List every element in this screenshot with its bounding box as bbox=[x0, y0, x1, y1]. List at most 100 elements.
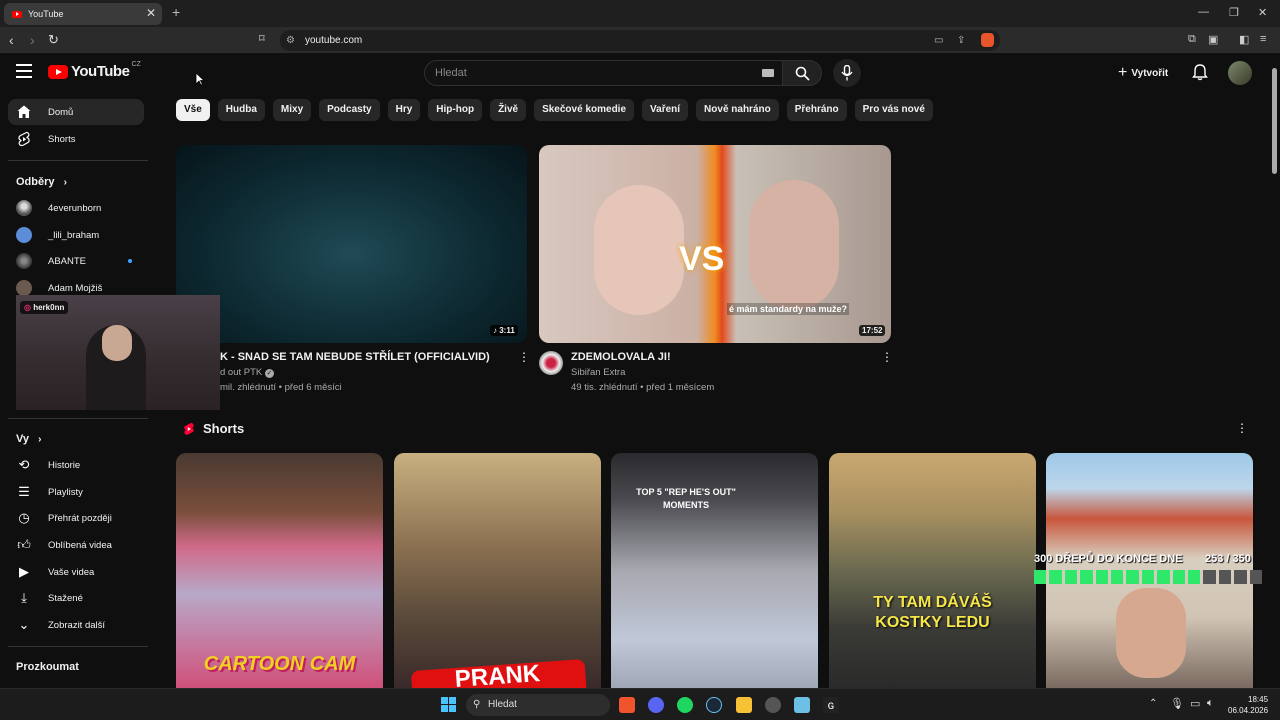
steam-icon[interactable] bbox=[706, 697, 722, 713]
share-icon[interactable]: ⇪ bbox=[957, 30, 965, 51]
challenge-progress-segment bbox=[1111, 570, 1124, 584]
account-avatar[interactable] bbox=[1228, 61, 1252, 85]
cast-icon[interactable]: ▭ bbox=[934, 30, 943, 51]
create-button[interactable]: + Vytvořit bbox=[1118, 64, 1168, 82]
close-window-icon[interactable]: ✕ bbox=[1258, 6, 1267, 19]
youtube-logo[interactable]: YouTube CZ bbox=[48, 61, 141, 80]
keyboard-icon[interactable] bbox=[762, 69, 774, 77]
tray-volume-icon[interactable]: 🔈︎ bbox=[1207, 697, 1214, 710]
video-channel[interactable]: Sibiřan Extra bbox=[571, 367, 625, 378]
filter-chips: Vše Hudba Mixy Podcasty Hry Hip-hop Živě… bbox=[176, 99, 933, 121]
video-thumbnail[interactable]: VS é mám standardy na muže? 17:52 bbox=[539, 145, 891, 343]
video-thumbnail[interactable]: ♪ 3:11 bbox=[176, 145, 527, 343]
video-title[interactable]: ZDEMOLOVALA JI! bbox=[571, 351, 671, 363]
sidebar-item-label: Zobrazit další bbox=[48, 619, 106, 631]
sidebar-item-history[interactable]: ⟲ Historie bbox=[8, 452, 144, 478]
tab-close-icon[interactable]: ✕ bbox=[146, 6, 156, 20]
chip-music[interactable]: Hudba bbox=[217, 99, 265, 121]
short-caption: PRANK bbox=[453, 660, 541, 688]
reload-icon[interactable]: ↻ bbox=[48, 32, 59, 48]
search-placeholder: Hledat bbox=[435, 67, 467, 79]
bookmark-icon[interactable]: ⌑ bbox=[259, 32, 265, 45]
chip-sketch-comedy[interactable]: Skečové komedie bbox=[534, 99, 635, 121]
chip-all[interactable]: Vše bbox=[176, 99, 210, 121]
chip-cooking[interactable]: Vaření bbox=[642, 99, 689, 121]
sidebar-item-show-more[interactable]: ⌄ Zobrazit další bbox=[8, 612, 144, 638]
sidebar-item-shorts[interactable]: Shorts bbox=[8, 126, 144, 152]
challenge-progress-segment bbox=[1188, 570, 1201, 584]
back-icon[interactable]: ‹ bbox=[9, 32, 14, 48]
taskbar-search-text: Hledat bbox=[488, 699, 517, 710]
restore-icon[interactable]: ❐ bbox=[1229, 6, 1239, 19]
brave-shields-icon[interactable] bbox=[981, 33, 994, 47]
chevron-down-icon: ⌄ bbox=[18, 617, 30, 632]
short-item[interactable]: PRANK bbox=[394, 453, 601, 688]
chip-hiphop[interactable]: Hip-hop bbox=[428, 99, 483, 121]
webcam-tag-text: herk0nn bbox=[33, 303, 65, 312]
hamburger-menu-icon[interactable] bbox=[16, 64, 32, 82]
notifications-bell-icon[interactable] bbox=[1192, 63, 1208, 81]
challenge-progress-segment bbox=[1157, 570, 1170, 584]
brave-browser-icon[interactable] bbox=[619, 697, 635, 713]
video-more-options-icon[interactable]: ⋮ bbox=[518, 350, 530, 364]
short-item[interactable]: TOP 5 "REP HE'S OUT" MOMENTS bbox=[611, 453, 818, 688]
chip-live[interactable]: Živě bbox=[490, 99, 527, 121]
challenge-progress-segment bbox=[1218, 570, 1232, 584]
minimize-icon[interactable]: — bbox=[1198, 6, 1209, 18]
channel-avatar[interactable] bbox=[539, 351, 563, 375]
forward-icon[interactable]: › bbox=[30, 32, 35, 48]
short-item[interactable]: TY TAM DÁVÁŠ KOSTKY LEDU bbox=[829, 453, 1036, 688]
sidebar-item-downloads[interactable]: ⤓ Stažené bbox=[8, 585, 144, 611]
chip-mixes[interactable]: Mixy bbox=[272, 99, 312, 121]
video-title[interactable]: K - SNAD SE TAM NEBUDE STŘÍLET (OFFICIAL… bbox=[220, 351, 490, 363]
chip-new-to-you[interactable]: Pro vás nové bbox=[854, 99, 933, 121]
sidebar-item-home[interactable]: Domů bbox=[8, 99, 144, 125]
obs-icon[interactable] bbox=[765, 697, 781, 713]
voice-search-button[interactable] bbox=[833, 59, 861, 87]
scrollbar-thumb[interactable] bbox=[1272, 68, 1277, 174]
sidebar-toggle-icon[interactable]: ◧ bbox=[1239, 33, 1249, 46]
subscriptions-heading[interactable]: Odběry › bbox=[16, 176, 67, 188]
taskbar-clock[interactable]: 18:45 06.04.2026 bbox=[1228, 694, 1268, 716]
shorts-more-options-icon[interactable]: ⋮ bbox=[1236, 421, 1248, 435]
video-channel[interactable]: d out PTK ✓ bbox=[220, 367, 274, 378]
challenge-progress-segment bbox=[1203, 570, 1216, 584]
channel-avatar bbox=[16, 253, 32, 269]
url-field[interactable]: ⚙ youtube.com ▭ ⇪ bbox=[280, 30, 1000, 51]
you-heading[interactable]: Vy › bbox=[16, 433, 41, 445]
sidebar-subscription-abante[interactable]: ABANTE bbox=[8, 248, 144, 274]
new-content-dot bbox=[128, 259, 132, 263]
browser-tab-youtube[interactable]: YouTube ✕ bbox=[4, 3, 162, 25]
chip-recently-uploaded[interactable]: Nově nahráno bbox=[696, 99, 779, 121]
tray-chevron-up-icon[interactable]: ⌃ bbox=[1149, 698, 1157, 709]
tray-display-icon[interactable]: ▭ bbox=[1190, 697, 1200, 710]
thumbnail-vs: VS bbox=[679, 240, 725, 278]
discord-icon[interactable] bbox=[648, 697, 664, 713]
chip-games[interactable]: Hry bbox=[387, 99, 421, 121]
windows-start-icon[interactable] bbox=[441, 697, 456, 712]
sidebar-item-playlists[interactable]: ☰ Playlisty bbox=[8, 479, 144, 505]
chip-podcasts[interactable]: Podcasty bbox=[319, 99, 380, 121]
sidebar-item-liked-videos[interactable]: 👍︎ Oblíbená videa bbox=[8, 532, 144, 558]
tray-microphone-icon[interactable]: 🎙︎ bbox=[1170, 697, 1184, 710]
chip-watched[interactable]: Přehráno bbox=[786, 99, 847, 121]
sidebar-item-watch-later[interactable]: ◷ Přehrát později bbox=[8, 505, 144, 531]
sidebar-subscription-lili-braham[interactable]: _lili_braham bbox=[8, 222, 144, 248]
spotify-icon[interactable] bbox=[677, 697, 693, 713]
file-explorer-icon[interactable] bbox=[736, 697, 752, 713]
sidebar-item-your-videos[interactable]: ▶︎ Vaše videa bbox=[8, 559, 144, 585]
menu-icon[interactable]: ≡ bbox=[1260, 33, 1266, 45]
taskbar-search-input[interactable]: ⚲ Hledat bbox=[466, 694, 610, 716]
sidebar-subscription-4everunborn[interactable]: 4everunborn bbox=[8, 195, 144, 221]
app-icon[interactable]: ɢ bbox=[823, 697, 839, 713]
video-more-options-icon[interactable]: ⋮ bbox=[881, 350, 893, 364]
search-input[interactable]: Hledat bbox=[424, 60, 784, 86]
wallet-icon[interactable]: ▣ bbox=[1208, 33, 1218, 46]
search-button[interactable] bbox=[782, 60, 822, 86]
extensions-icon[interactable]: ⧉ bbox=[1188, 33, 1196, 46]
new-tab-button[interactable]: + bbox=[172, 4, 180, 20]
short-item[interactable]: CARTOON CAM bbox=[176, 453, 383, 688]
site-settings-icon[interactable]: ⚙ bbox=[286, 30, 295, 51]
video-duration: 17:52 bbox=[859, 325, 886, 336]
notepad-icon[interactable] bbox=[794, 697, 810, 713]
